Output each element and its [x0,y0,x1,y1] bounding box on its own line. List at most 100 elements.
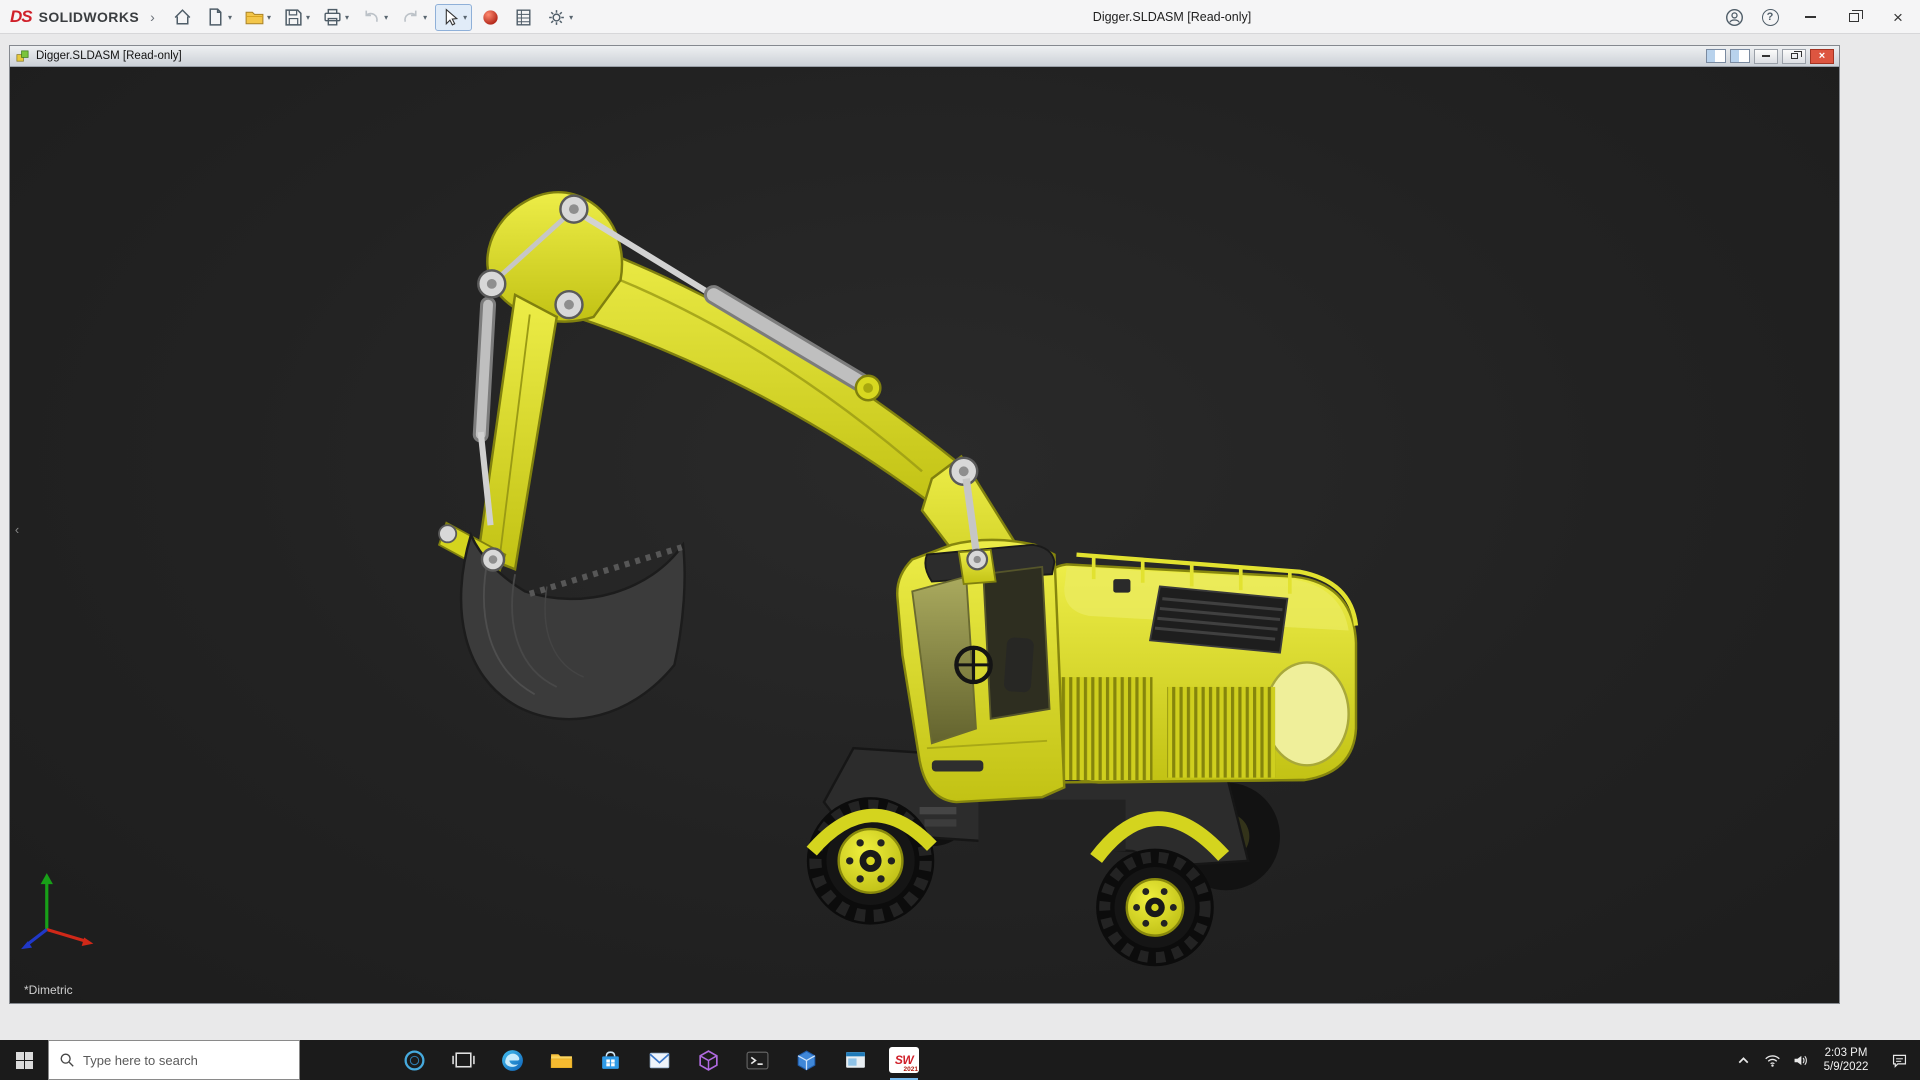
new-document-button[interactable]: ▾ [201,5,236,30]
edge-button[interactable] [490,1040,534,1080]
doc-restore-button[interactable] [1782,49,1806,64]
app-close-button[interactable]: × [1876,0,1920,34]
redo-button[interactable]: ▾ [396,5,431,30]
notification-center-button[interactable] [1878,1040,1920,1080]
exhaust [1113,579,1130,592]
pane-toggle-icon[interactable] [1706,49,1726,63]
dropdown-caret-icon[interactable]: ▾ [306,13,310,22]
solidworks-2021-button[interactable]: SW 2021 [882,1040,926,1080]
task-view-icon [451,1048,476,1073]
file-explorer-icon [549,1048,574,1073]
cortana-icon [402,1048,427,1073]
home-button[interactable] [168,5,197,30]
side-vent-panel [1167,687,1275,778]
app-restore-button[interactable] [1832,0,1876,34]
rear-wheel [1096,849,1214,967]
app-minimize-button[interactable] [1788,0,1832,34]
orientation-triad [21,873,93,949]
account-icon [1724,7,1745,28]
appearances-button[interactable] [476,5,505,30]
options-button[interactable]: ▾ [542,5,577,30]
system-tray: 2:03 PM 5/9/2022 [1728,1040,1920,1080]
screen: DS SOLIDWORKS › ▾ ▾ [0,0,1920,1080]
save-button[interactable]: ▾ [279,5,314,30]
titlebar-right-controls: ? × [1716,0,1920,34]
panel-collapse-handle[interactable]: ‹ [11,514,23,544]
dropdown-caret-icon[interactable]: ▾ [345,13,349,22]
restore-icon [1791,53,1798,59]
minimize-icon [1805,16,1816,18]
network-icon [1764,1052,1781,1069]
volume-icon [1792,1052,1809,1069]
side-tank [1265,662,1348,765]
terminal-button[interactable] [735,1040,779,1080]
store-icon [598,1048,623,1073]
excavator-model [10,67,1839,1003]
volume-button[interactable] [1786,1040,1814,1080]
new-document-icon [205,7,226,28]
view-orientation-label: *Dimetric [24,983,73,997]
mail-icon [647,1048,672,1073]
start-button[interactable] [0,1040,48,1080]
taskbar-spacer [300,1040,392,1080]
cab-step [932,760,983,771]
doc-close-button[interactable]: × [1810,49,1834,64]
undo-button[interactable]: ▾ [357,5,392,30]
redo-icon [400,7,421,28]
tray-time: 2:03 PM [1814,1046,1878,1060]
assembly-icon [15,49,30,64]
cad-cube-button[interactable] [784,1040,828,1080]
brand-expand-arrow-icon[interactable]: › [150,9,155,25]
app-window-icon [843,1048,868,1073]
store-button[interactable] [588,1040,632,1080]
solidworks-logo-icon: DS [10,7,32,27]
minimize-icon [1762,55,1770,56]
mail-button[interactable] [637,1040,681,1080]
taskbar-clock[interactable]: 2:03 PM 5/9/2022 [1814,1046,1878,1074]
open-button[interactable]: ▾ [240,5,275,30]
workspace: Digger.SLDASM [Read-only] × [0,34,1920,1040]
windows-logo-icon [16,1052,33,1069]
dropdown-caret-icon: ▾ [423,13,427,22]
restore-icon [1849,13,1859,22]
3d-viewer-icon [696,1048,721,1073]
select-tool-button[interactable]: ▾ [435,4,472,31]
home-icon [172,7,193,28]
close-icon: × [1819,50,1825,62]
dropdown-caret-icon[interactable]: ▾ [267,13,271,22]
cad-cube-icon [794,1048,819,1073]
cortana-button[interactable] [392,1040,436,1080]
dropdown-caret-icon: ▾ [384,13,388,22]
document-title: Digger.SLDASM [Read-only] [36,50,182,62]
pane-toggle-icon[interactable] [1730,49,1750,63]
task-view-button[interactable] [441,1040,485,1080]
document-window: Digger.SLDASM [Read-only] × [9,45,1840,1004]
file-explorer-button[interactable] [539,1040,583,1080]
app-titlebar: DS SOLIDWORKS › ▾ ▾ [0,0,1920,34]
terminal-icon [745,1048,770,1073]
dropdown-caret-icon[interactable]: ▾ [228,13,232,22]
3d-viewport[interactable]: *Dimetric [10,67,1839,1003]
upper-body [1047,555,1356,783]
print-button[interactable]: ▾ [318,5,353,30]
document-titlebar[interactable]: Digger.SLDASM [Read-only] × [10,46,1839,67]
search-input[interactable] [83,1053,273,1068]
document-properties-button[interactable] [509,5,538,30]
help-button[interactable]: ? [1752,0,1788,34]
document-table-icon [513,7,534,28]
appearances-sphere-icon [480,7,501,28]
hidden-icons-button[interactable] [1728,1040,1758,1080]
dropdown-caret-icon[interactable]: ▾ [569,13,573,22]
account-button[interactable] [1716,0,1752,34]
save-icon [283,7,304,28]
dropdown-caret-icon[interactable]: ▾ [463,13,467,22]
operator-seat [1004,637,1035,693]
solidworks-2021-icon: SW 2021 [889,1047,919,1073]
app-window-button[interactable] [833,1040,877,1080]
main-toolbar: ▾ ▾ ▾ [168,0,577,34]
network-button[interactable] [1758,1040,1786,1080]
taskbar-search[interactable] [48,1040,300,1080]
doc-minimize-button[interactable] [1754,49,1778,64]
3d-viewer-button[interactable] [686,1040,730,1080]
tray-date: 5/9/2022 [1814,1060,1878,1074]
